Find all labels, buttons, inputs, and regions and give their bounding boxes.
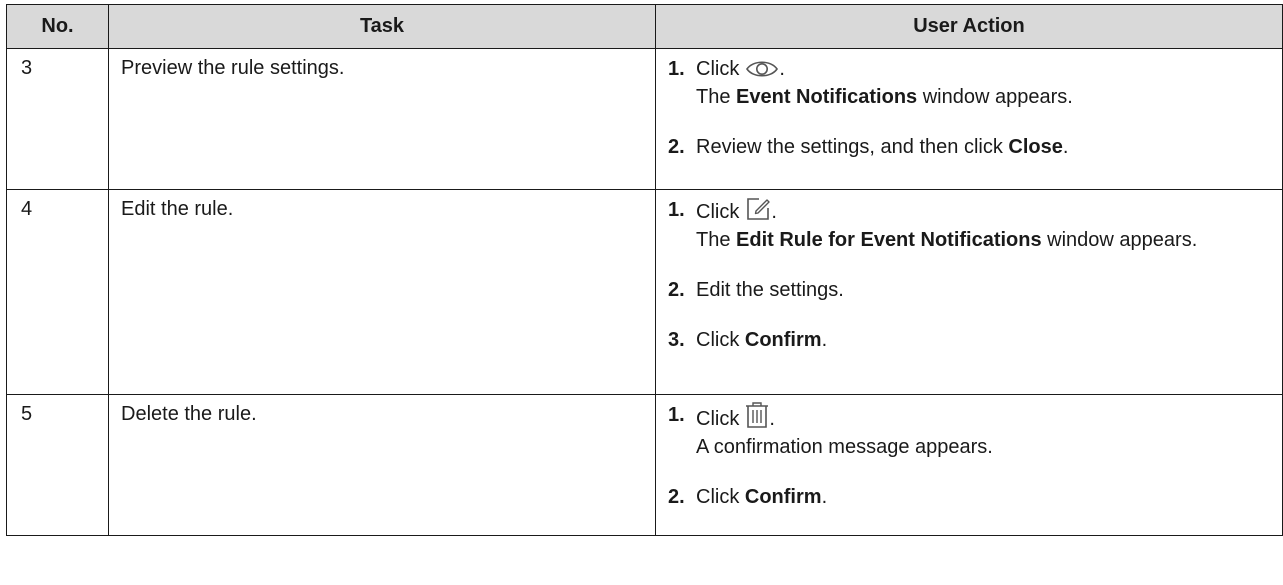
header-user-action: User Action [655,4,1283,49]
step-text: . [1062,136,1069,158]
step-body: Click. A confirmation message appears. [696,401,1274,461]
step-text: The [696,86,737,108]
header-task: Task [108,4,656,49]
user-action-cell: 1. Click. The Event Notifications window… [655,48,1283,190]
step-bold-text: Confirm [744,486,822,508]
row-number: 3 [6,48,109,190]
step-item: 1. Click. The Edit Rule for Event Notifi… [668,196,1274,254]
step-period: . [771,201,777,223]
step-number: 1. [668,58,685,80]
step-item: 3. Click Confirm. [668,326,1274,354]
step-period: . [779,58,785,80]
step-period: . [769,408,775,430]
step-number: 2. [668,486,685,508]
header-no: No. [6,4,109,49]
user-action-table: No. Task User Action 3 Preview the rule … [6,4,1283,536]
step-number: 1. [668,404,685,426]
task-text: Preview the rule settings. [108,48,656,190]
step-click-text: Click [696,58,740,80]
step-text: Click [696,329,745,351]
step-click-text: Click [696,201,740,223]
step-number: 1. [668,199,685,221]
step-text: Edit the settings. [696,279,844,301]
step-text: A confirmation message appears. [696,436,993,458]
step-bold-text: Event Notifications [736,86,918,108]
step-item: 1. Click. The Event Notifications window… [668,55,1274,111]
step-bold-text: Close [1008,136,1063,158]
step-text: . [821,486,828,508]
step-item: 2. Edit the settings. [668,276,1274,304]
eye-icon [745,57,779,79]
step-item: 1. Click. A confirmation message appears… [668,401,1274,461]
step-text: Review the settings, and then click [696,136,1009,158]
trash-icon [745,401,769,429]
step-text: Click [696,486,745,508]
step-body: Click Confirm. [696,326,1274,354]
table-row: 5 Delete the rule. 1. Click. A confirmat… [6,394,1283,536]
step-item: 2. Review the settings, and then click C… [668,133,1274,161]
step-body: Click. The Event Notifications window ap… [696,55,1274,111]
step-bold-text: Edit Rule for Event Notifications [736,229,1042,251]
row-number: 4 [6,189,109,395]
step-text: window appears. [1041,229,1198,251]
step-text: window appears. [917,86,1073,108]
step-body: Click Confirm. [696,483,1274,511]
step-body: Click. The Edit Rule for Event Notificat… [696,196,1274,254]
step-text: . [821,329,828,351]
task-text: Edit the rule. [108,189,656,395]
step-item: 2. Click Confirm. [668,483,1274,511]
step-body: Review the settings, and then click Clos… [696,133,1274,161]
step-click-text: Click [696,408,740,430]
header-row: No. Task User Action [6,4,1283,49]
user-action-cell: 1. Click. The Edit Rule for Event Notifi… [655,189,1283,395]
edit-icon [745,196,771,222]
step-number: 3. [668,329,685,351]
step-number: 2. [668,136,685,158]
step-bold-text: Confirm [744,329,822,351]
table-row: 3 Preview the rule settings. 1. Click. T… [6,48,1283,190]
step-number: 2. [668,279,685,301]
table-row: 4 Edit the rule. 1. Click. The Edit Rule… [6,189,1283,395]
step-text: The [696,229,737,251]
user-action-cell: 1. Click. A confirmation message appears… [655,394,1283,536]
row-number: 5 [6,394,109,536]
task-text: Delete the rule. [108,394,656,536]
